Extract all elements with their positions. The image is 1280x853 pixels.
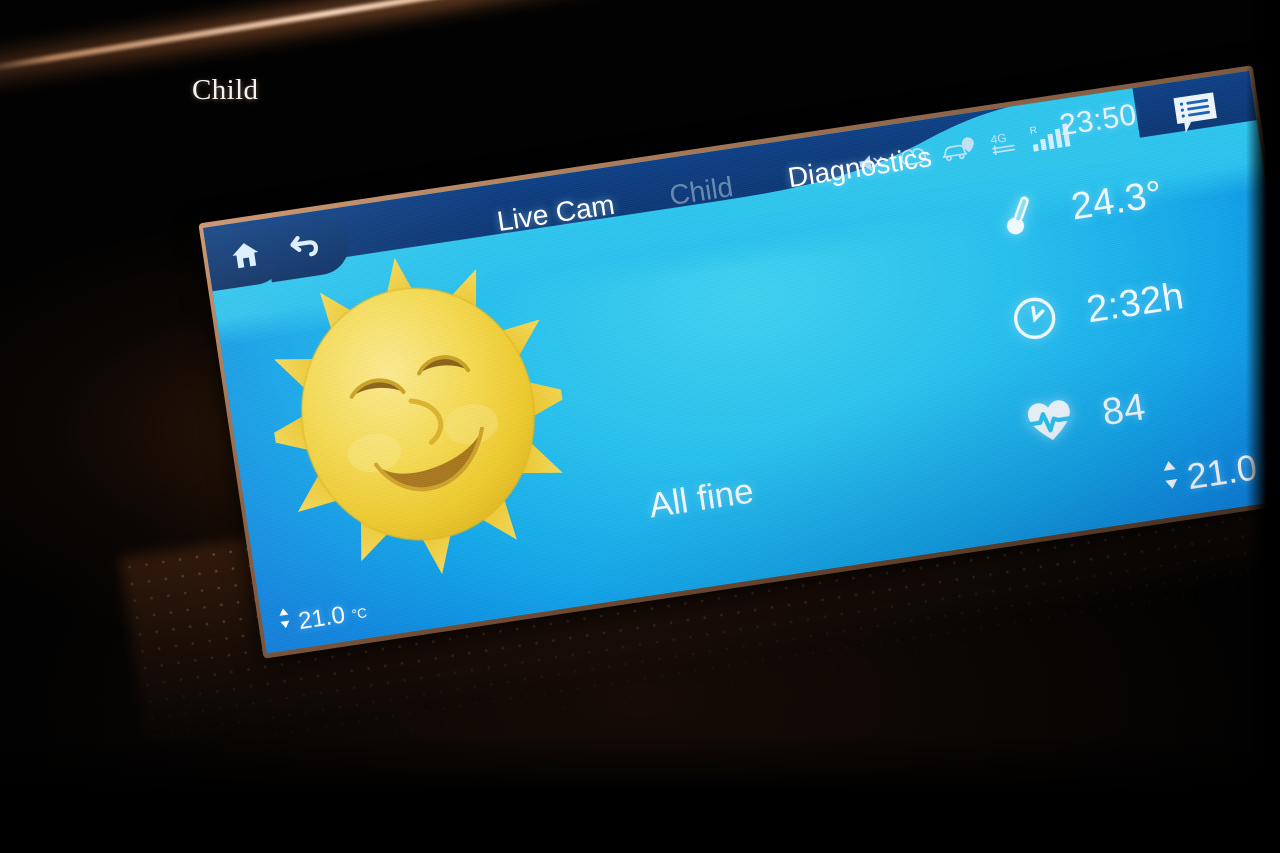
temperature-stepper-arrows-right[interactable] bbox=[1160, 459, 1183, 497]
climate-temp-left: 21.0 bbox=[296, 601, 347, 636]
back-arrow-icon bbox=[287, 228, 324, 267]
roaming-indicator: R bbox=[1029, 125, 1038, 137]
stats-list: 24.3° 2:32h 84 bbox=[993, 167, 1223, 447]
car-location-icon[interactable] bbox=[940, 134, 977, 165]
bottom-dark-edge bbox=[0, 733, 1280, 853]
right-dark-edge bbox=[1246, 0, 1280, 853]
message-bubble-icon[interactable] bbox=[1170, 89, 1222, 142]
network-4g-icon: 4G bbox=[987, 128, 1019, 158]
thermometer-icon bbox=[993, 189, 1045, 241]
smiling-sun-illustration bbox=[250, 230, 586, 599]
temperature-stepper-arrows-left[interactable] bbox=[276, 606, 293, 635]
status-message: All fine bbox=[646, 471, 757, 526]
trim-label: Child bbox=[192, 74, 259, 106]
stat-heart-rate: 84 bbox=[1024, 373, 1223, 447]
home-icon bbox=[228, 237, 263, 276]
svg-text:4G: 4G bbox=[990, 131, 1008, 147]
car-infotainment-photo: Child 4G R 23:50 Live Cam Child Diagnost… bbox=[0, 0, 1280, 853]
climate-control-left[interactable]: 21.0 °C bbox=[277, 597, 369, 639]
stat-duration: 2:32h bbox=[1009, 270, 1208, 344]
climate-unit-left: °C bbox=[350, 605, 368, 623]
stat-heart-rate-value: 84 bbox=[1099, 385, 1149, 434]
clock-icon bbox=[1009, 292, 1061, 344]
heart-pulse-icon bbox=[1024, 395, 1076, 447]
stat-duration-value: 2:32h bbox=[1083, 274, 1187, 331]
